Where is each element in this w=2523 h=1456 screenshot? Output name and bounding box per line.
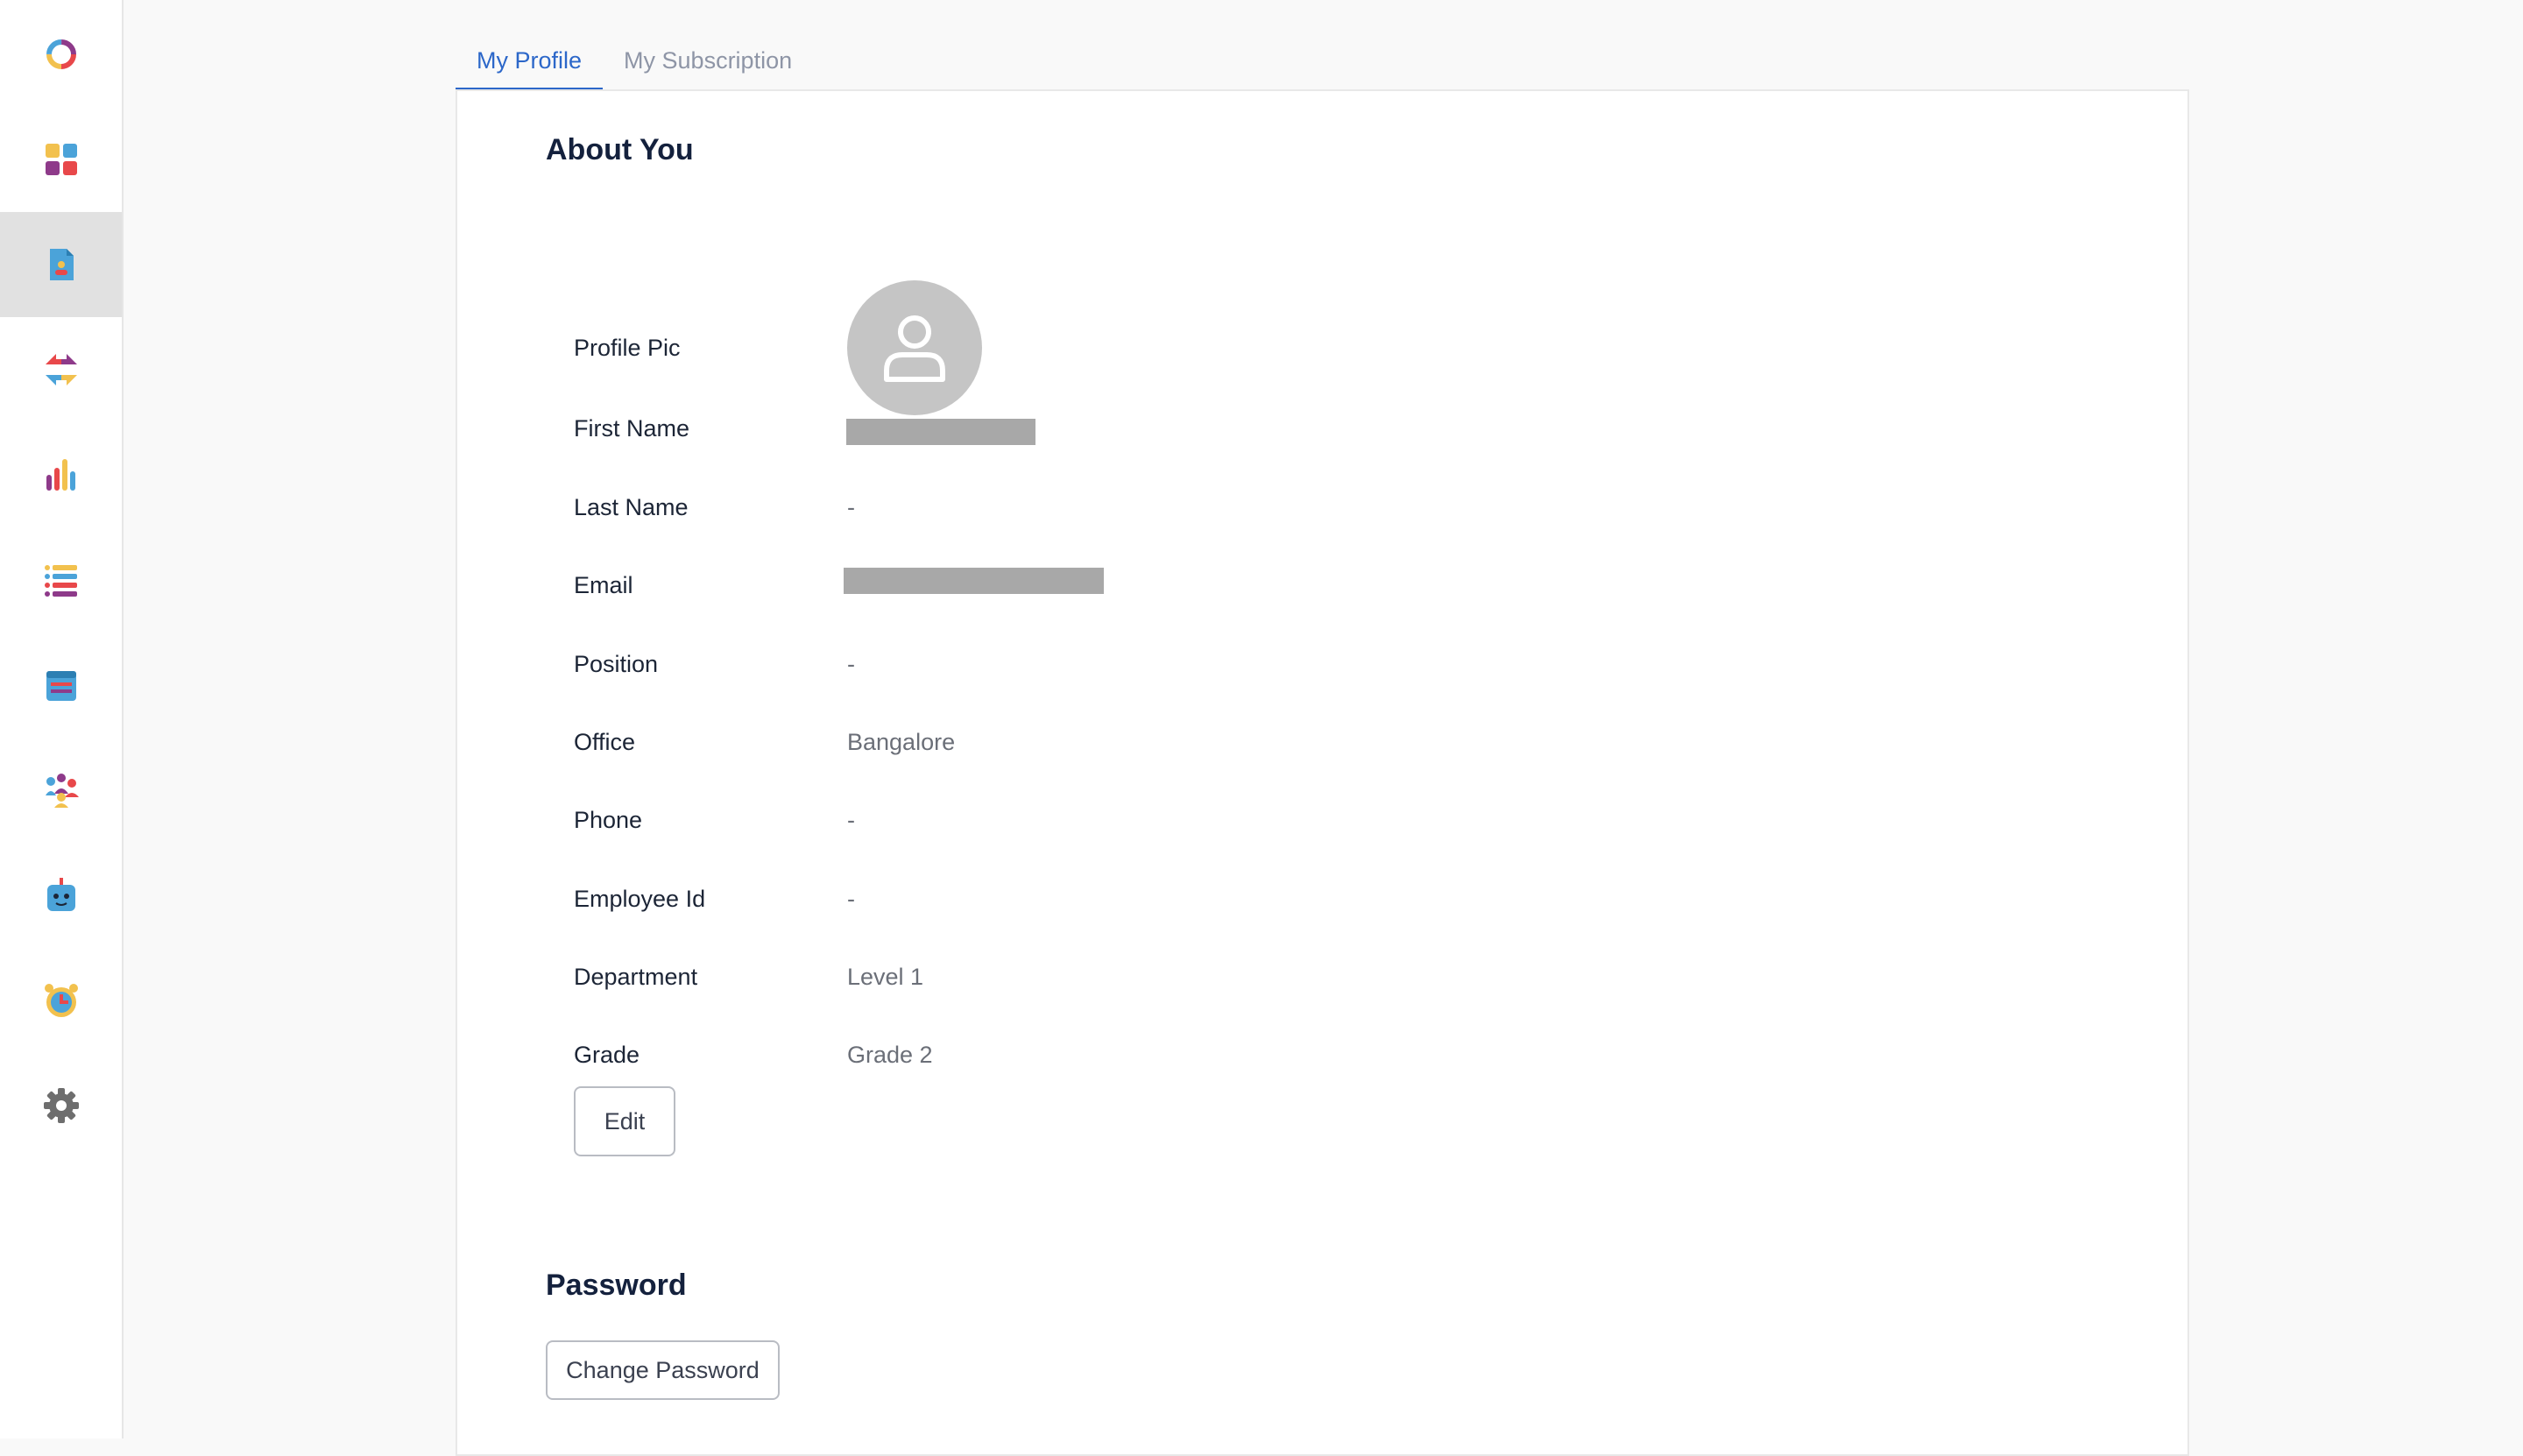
field-row-employee-id: Employee Id - bbox=[574, 877, 1450, 921]
field-row-phone: Phone - bbox=[574, 798, 1450, 842]
field-label: First Name bbox=[574, 415, 690, 442]
sidebar-item-settings[interactable] bbox=[0, 1053, 122, 1158]
calendar-icon bbox=[46, 671, 76, 701]
profile-card: About You Profile Pic First Name Last Na… bbox=[456, 89, 2189, 1456]
sidebar-item-dashboard[interactable] bbox=[0, 107, 122, 212]
logo-icon bbox=[46, 39, 76, 69]
field-value: - bbox=[847, 651, 855, 677]
tab-my-profile[interactable]: My Profile bbox=[456, 0, 604, 91]
bot-icon bbox=[46, 878, 75, 911]
field-label: Phone bbox=[574, 807, 643, 833]
change-password-button[interactable]: Change Password bbox=[546, 1340, 780, 1400]
profile-document-icon bbox=[49, 249, 74, 280]
field-value: - bbox=[847, 494, 855, 520]
field-label: Profile Pic bbox=[574, 335, 681, 361]
field-value: Grade 2 bbox=[847, 1042, 933, 1068]
sidebar-item-lists[interactable] bbox=[0, 527, 122, 633]
profile-tabs: My Profile My Subscription bbox=[456, 0, 813, 91]
user-placeholder-icon bbox=[884, 315, 945, 382]
field-row-position: Position - bbox=[574, 642, 1450, 686]
field-label: Employee Id bbox=[574, 886, 706, 912]
field-row-grade: Grade Grade 2 bbox=[574, 1033, 1450, 1077]
dashboard-icon bbox=[45, 144, 77, 175]
field-label: Position bbox=[574, 651, 659, 677]
field-label: Department bbox=[574, 964, 698, 990]
transfer-arrows-icon bbox=[45, 354, 77, 385]
sidebar-item-transfers[interactable] bbox=[0, 317, 122, 422]
redacted-first-name bbox=[846, 419, 1035, 445]
list-icon bbox=[44, 565, 77, 597]
team-icon bbox=[45, 774, 79, 808]
field-label: Email bbox=[574, 572, 633, 598]
avatar[interactable] bbox=[847, 280, 982, 415]
gear-icon bbox=[43, 1088, 79, 1123]
sidebar-item-profile[interactable] bbox=[0, 212, 122, 317]
about-you-heading: About You bbox=[546, 133, 694, 166]
field-value: Bangalore bbox=[847, 729, 956, 755]
password-heading: Password bbox=[546, 1269, 687, 1302]
field-label: Office bbox=[574, 729, 636, 755]
field-row-last-name: Last Name - bbox=[574, 485, 1450, 529]
field-label: Grade bbox=[574, 1042, 640, 1068]
field-value: Level 1 bbox=[847, 964, 924, 990]
field-value: - bbox=[847, 886, 855, 912]
app-logo[interactable] bbox=[0, 2, 122, 107]
bar-chart-icon bbox=[46, 459, 75, 491]
field-row-office: Office Bangalore bbox=[574, 720, 1450, 764]
sidebar bbox=[0, 0, 124, 1438]
sidebar-item-calendar[interactable] bbox=[0, 633, 122, 738]
field-row-department: Department Level 1 bbox=[574, 955, 1450, 999]
sidebar-item-reports[interactable] bbox=[0, 422, 122, 527]
field-label: Last Name bbox=[574, 494, 689, 520]
edit-button[interactable]: Edit bbox=[574, 1086, 675, 1156]
sidebar-item-reminders[interactable] bbox=[0, 948, 122, 1053]
field-row-profile-pic: Profile Pic bbox=[574, 326, 1450, 370]
sidebar-item-team[interactable] bbox=[0, 738, 122, 843]
sidebar-item-bot[interactable] bbox=[0, 843, 122, 948]
alarm-clock-icon bbox=[44, 984, 78, 1017]
tab-my-subscription[interactable]: My Subscription bbox=[603, 0, 813, 91]
field-value: - bbox=[847, 807, 855, 833]
redacted-email bbox=[844, 568, 1104, 594]
